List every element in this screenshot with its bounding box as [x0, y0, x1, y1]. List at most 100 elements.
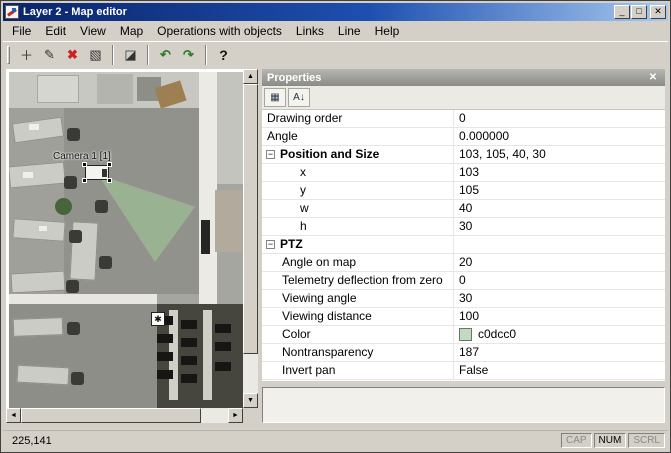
property-value: 0: [459, 272, 466, 289]
scroll-track[interactable]: [201, 408, 228, 423]
map-decor: [203, 310, 212, 400]
property-category-row: − Position and Size 103, 105, 40, 30: [262, 146, 665, 164]
selection-handle[interactable]: [107, 178, 112, 183]
collapse-icon[interactable]: −: [266, 150, 275, 159]
menu-item-edit[interactable]: Edit: [38, 22, 73, 40]
map-canvas[interactable]: Camera 1 [1] ✱: [9, 72, 243, 408]
property-label: Invert pan: [282, 362, 335, 379]
map-decor: [39, 226, 47, 231]
property-value: 30: [459, 218, 472, 235]
menu-item-operations-with-objects[interactable]: Operations with objects: [150, 22, 289, 40]
property-label: x: [300, 164, 306, 181]
property-label: Viewing distance: [282, 308, 372, 325]
map-chair: [215, 362, 231, 371]
alphabetical-sort-button[interactable]: A↓: [288, 88, 310, 107]
selection-handle[interactable]: [82, 162, 87, 167]
map-pane: Camera 1 [1] ✱ ▲ ▼ ◄ ►: [6, 69, 258, 423]
categorized-view-button[interactable]: ▦: [264, 88, 286, 107]
camera-object[interactable]: [85, 165, 109, 180]
help-button[interactable]: ?: [212, 44, 235, 66]
property-label: h: [300, 218, 307, 235]
color-swatch: [459, 328, 472, 341]
scroll-left-button[interactable]: ◄: [6, 408, 21, 423]
map-plant: [55, 198, 72, 215]
map-viewport[interactable]: Camera 1 [1] ✱: [6, 69, 243, 408]
property-label: Angle on map: [282, 254, 356, 271]
map-wall: [9, 294, 157, 304]
properties-close-icon[interactable]: ✕: [646, 72, 660, 83]
property-row: Angle 0.000000: [262, 128, 665, 146]
edit-area-button[interactable]: ▧: [84, 44, 107, 66]
help-icon: ?: [219, 47, 228, 63]
toolbar-grip[interactable]: [7, 46, 10, 64]
property-row: Viewing distance 100: [262, 308, 665, 326]
map-vertical-scrollbar[interactable]: ▲ ▼: [243, 69, 258, 408]
property-row: w 40: [262, 200, 665, 218]
scroll-up-icon: ▲: [247, 73, 254, 80]
delete-object-button[interactable]: ✖: [61, 44, 84, 66]
camera-lens: [102, 169, 107, 177]
property-label: y: [300, 182, 306, 199]
property-label: Angle: [267, 128, 298, 145]
map-chair: [95, 200, 108, 213]
horizontal-scroll-thumb[interactable]: [21, 408, 201, 423]
scroll-up-button[interactable]: ▲: [243, 69, 258, 84]
selection-handle[interactable]: [82, 178, 87, 183]
properties-title: Properties: [267, 72, 321, 84]
menu-item-links[interactable]: Links: [289, 22, 331, 40]
draw-line-button[interactable]: ✎: [38, 44, 61, 66]
menu-item-line[interactable]: Line: [331, 22, 368, 40]
property-label: Position and Size: [280, 146, 379, 163]
map-object-icon[interactable]: ✱: [151, 312, 165, 326]
redo-icon: ↷: [183, 47, 194, 63]
map-decor: [23, 172, 33, 178]
map-decor: [29, 124, 39, 130]
window-title: Layer 2 - Map editor: [23, 6, 613, 18]
scroll-right-button[interactable]: ►: [228, 408, 243, 423]
toolbar-separator: [205, 45, 207, 65]
scroll-down-button[interactable]: ▼: [243, 393, 258, 408]
eraser-button[interactable]: ◪: [119, 44, 142, 66]
map-decor: [97, 74, 133, 104]
add-object-button[interactable]: ＋: [15, 44, 38, 66]
map-horizontal-scrollbar[interactable]: ◄ ►: [6, 408, 243, 423]
property-row: Invert pan False: [262, 362, 665, 380]
map-chair: [157, 370, 173, 379]
title-bar[interactable]: Layer 2 - Map editor _ □ ✕: [3, 3, 668, 21]
menu-item-view[interactable]: View: [73, 22, 113, 40]
selection-handle[interactable]: [107, 162, 112, 167]
properties-toolbar: ▦ A↓: [262, 86, 665, 110]
keyboard-indicators: CAP NUM SCRL: [561, 433, 665, 448]
map-chair: [181, 374, 197, 383]
redo-button[interactable]: ↷: [177, 44, 200, 66]
property-grid: Drawing order 0 Angle 0.000000 − Positio…: [262, 110, 665, 381]
property-value: 100: [459, 308, 479, 325]
property-description-box: [262, 387, 665, 423]
map-chair: [67, 322, 80, 335]
delete-icon: ✖: [67, 47, 78, 63]
vertical-scroll-thumb[interactable]: [243, 84, 258, 354]
property-row: x 103: [262, 164, 665, 182]
scroll-track[interactable]: [243, 354, 258, 393]
map-desk: [17, 365, 70, 386]
property-label: Drawing order: [267, 110, 342, 127]
collapse-icon[interactable]: −: [266, 240, 275, 249]
minimize-button[interactable]: _: [614, 5, 630, 19]
property-value: 187: [459, 344, 479, 361]
app-icon: [5, 5, 19, 19]
maximize-button[interactable]: □: [631, 5, 647, 19]
menu-item-map[interactable]: Map: [113, 22, 150, 40]
main-toolbar: ＋ ✎ ✖ ▧ ◪ ↶ ↷ ?: [3, 41, 668, 67]
properties-header[interactable]: Properties ✕: [262, 69, 665, 86]
property-value: 0: [459, 110, 466, 127]
application-window: Layer 2 - Map editor _ □ ✕ File Edit Vie…: [0, 0, 671, 453]
close-button[interactable]: ✕: [650, 5, 666, 19]
properties-panel: Properties ✕ ▦ A↓ Drawing order 0 Angle …: [262, 69, 665, 423]
map-chair: [99, 256, 112, 269]
property-label: Telemetry deflection from zero: [282, 272, 443, 289]
menu-item-file[interactable]: File: [5, 22, 38, 40]
map-chair: [181, 338, 197, 347]
undo-button[interactable]: ↶: [154, 44, 177, 66]
property-row: Telemetry deflection from zero 0: [262, 272, 665, 290]
menu-item-help[interactable]: Help: [368, 22, 407, 40]
